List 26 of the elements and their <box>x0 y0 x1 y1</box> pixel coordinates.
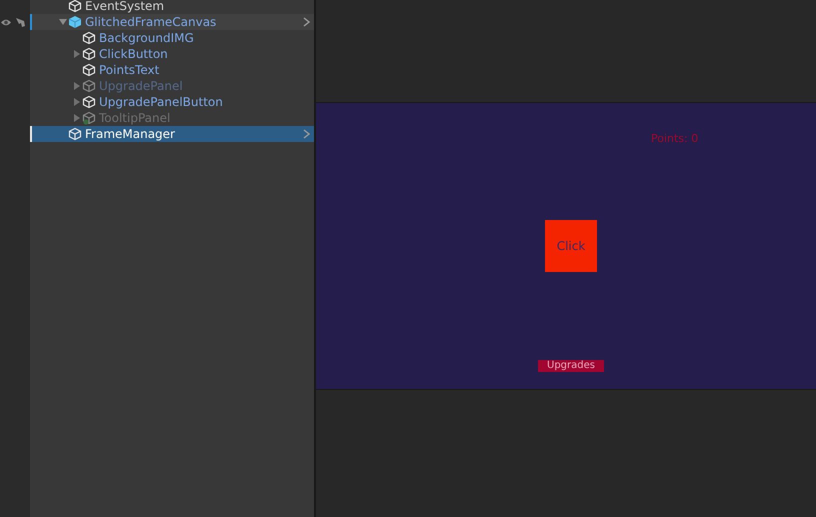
collapsed-caret-icon[interactable] <box>73 50 81 58</box>
hierarchy-item[interactable]: EventSystem <box>30 0 314 14</box>
hierarchy-item[interactable]: ClickButton <box>30 46 314 62</box>
chevron-right-icon[interactable] <box>303 17 310 27</box>
hierarchy-item[interactable]: UpgradePanelButton <box>30 94 314 110</box>
cube-icon <box>82 111 96 125</box>
collapsed-caret-icon[interactable] <box>73 114 81 122</box>
cube-icon <box>82 95 96 109</box>
hierarchy-item[interactable]: PointsText <box>30 62 314 78</box>
points-text: Points: 0 <box>651 132 698 145</box>
solid-cube-icon <box>68 15 82 29</box>
cube-icon <box>82 79 96 93</box>
cube-icon <box>68 0 82 13</box>
collapsed-caret-icon[interactable] <box>73 82 81 90</box>
cube-icon <box>82 63 96 77</box>
cube-icon <box>68 127 82 141</box>
chevron-right-icon[interactable] <box>303 129 310 139</box>
expanded-caret-icon[interactable] <box>59 18 67 26</box>
upgrades-button[interactable]: Upgrades <box>538 360 604 372</box>
click-button[interactable]: Click <box>545 220 597 272</box>
hierarchy-item[interactable]: FrameManager <box>30 126 314 142</box>
visibility-icons[interactable] <box>0 17 26 28</box>
cube-icon <box>82 47 96 61</box>
hierarchy-item[interactable]: BackgroundIMG <box>30 30 314 46</box>
collapsed-caret-icon[interactable] <box>73 98 81 106</box>
cube-icon <box>82 31 96 45</box>
